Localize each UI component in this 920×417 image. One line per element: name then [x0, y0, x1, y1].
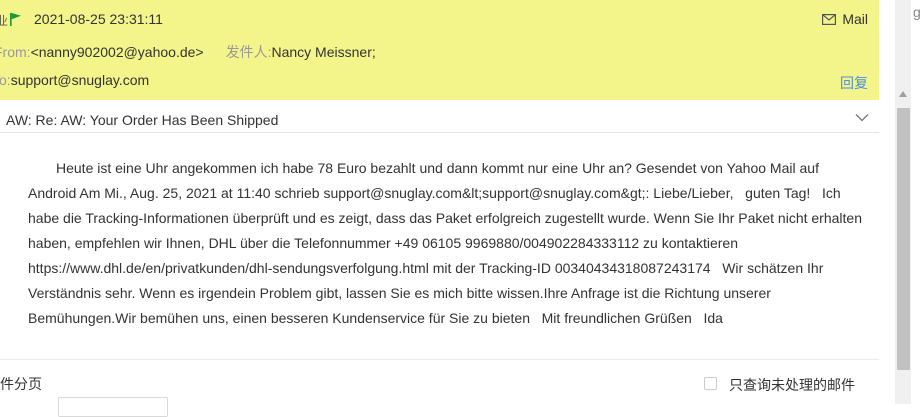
- header-row-from: From:<nanny902002@yahoo.de> 发件人:Nancy Mei…: [0, 42, 376, 62]
- edge-partial-glyph: g: [913, 4, 920, 20]
- sender-name: Nancy Meissner;: [271, 44, 376, 60]
- pager-label: 件分页: [0, 376, 42, 392]
- chevron-down-icon[interactable]: [855, 113, 869, 122]
- message-header: 业 2021-08-25 23:31:11 Mail From:<nanny90…: [0, 0, 879, 100]
- partial-icon[interactable]: 业: [0, 12, 8, 28]
- to-address: support@snuglay.com: [10, 72, 150, 88]
- from-address: <nanny902002@yahoo.de>: [30, 44, 204, 60]
- scroll-up-arrow-icon[interactable]: [899, 91, 907, 97]
- header-row-meta: 业 2021-08-25 23:31:11 Mail: [0, 10, 868, 30]
- from-label: From:: [0, 44, 31, 60]
- flag-icon[interactable]: [9, 12, 23, 26]
- mail-source-link[interactable]: Mail: [822, 11, 868, 27]
- to-label: To:: [0, 72, 11, 88]
- subject-bar[interactable]: AW: Re: AW: Your Order Has Been Shipped: [0, 108, 879, 133]
- unprocessed-filter-checkbox[interactable]: [704, 377, 717, 390]
- sender-label: 发件人:: [225, 44, 272, 60]
- unprocessed-filter-label[interactable]: 只查询未处理的邮件: [729, 375, 855, 395]
- scrollbar-thumb[interactable]: [897, 108, 910, 370]
- message-body: Heute ist eine Uhr angekommen ich habe 7…: [28, 160, 862, 326]
- reply-button[interactable]: 回复: [840, 73, 868, 93]
- page-size-select[interactable]: [58, 397, 168, 417]
- mail-label: Mail: [842, 11, 868, 27]
- message-subject: AW: Re: AW: Your Order Has Been Shipped: [6, 112, 279, 128]
- message-datetime: 2021-08-25 23:31:11: [34, 11, 163, 27]
- header-row-to: To:support@snuglay.com 回复: [0, 72, 868, 92]
- divider: [0, 359, 879, 360]
- mail-envelope-icon: [822, 13, 837, 25]
